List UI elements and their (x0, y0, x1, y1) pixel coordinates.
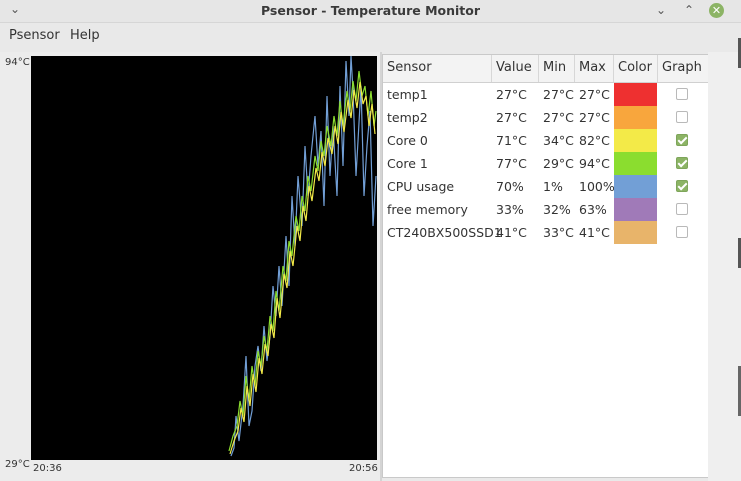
sensor-min: 33°C (543, 225, 574, 240)
sensor-min: 27°C (543, 110, 574, 125)
sensor-name: Core 1 (387, 156, 428, 171)
color-swatch[interactable] (614, 129, 657, 152)
graph-checkbox[interactable] (676, 157, 688, 169)
graph-panel: 94°C 29°C 20:36 20:56 (0, 52, 380, 481)
window-titlebar: ⌄ Psensor - Temperature Monitor ⌄ ⌃ ✕ (0, 0, 741, 23)
graph-canvas (31, 56, 377, 460)
sensor-name: CT240BX500SSD1 (387, 225, 502, 240)
sensor-value: 27°C (496, 110, 527, 125)
window-title: Psensor - Temperature Monitor (260, 3, 481, 18)
sensor-max: 27°C (579, 87, 610, 102)
y-min-label: 29°C (5, 459, 30, 470)
sensor-min: 34°C (543, 133, 574, 148)
sensor-name: free memory (387, 202, 468, 217)
sensor-min: 32% (543, 202, 571, 217)
table-row[interactable]: CPU usage 70% 1% 100% (383, 175, 709, 198)
x-end-label: 20:56 (349, 463, 378, 474)
sensor-max: 82°C (579, 133, 610, 148)
color-swatch[interactable] (614, 221, 657, 244)
sensor-min: 27°C (543, 87, 574, 102)
table-row[interactable]: temp2 27°C 27°C 27°C (383, 106, 709, 129)
sensor-max: 41°C (579, 225, 610, 240)
sensor-value: 33% (496, 202, 524, 217)
graph-checkbox[interactable] (676, 180, 688, 192)
graph-checkbox[interactable] (676, 134, 688, 146)
sensor-value: 41°C (496, 225, 527, 240)
col-color[interactable]: Color (614, 55, 658, 82)
table-row[interactable]: free memory 33% 32% 63% (383, 198, 709, 221)
table-row[interactable]: Core 1 77°C 29°C 94°C (383, 152, 709, 175)
sensor-value: 71°C (496, 133, 527, 148)
x-start-label: 20:36 (33, 463, 62, 474)
sensor-graph (228, 56, 377, 457)
graph-checkbox[interactable] (676, 226, 688, 238)
sensor-name: temp1 (387, 87, 428, 102)
sensor-value: 27°C (496, 87, 527, 102)
color-swatch[interactable] (614, 198, 657, 221)
sensor-min: 1% (543, 179, 563, 194)
graph-checkbox[interactable] (676, 111, 688, 123)
maximize-icon[interactable]: ⌃ (684, 2, 694, 18)
sensor-min: 29°C (543, 156, 574, 171)
menu-psensor[interactable]: Psensor (9, 28, 60, 43)
sensor-max: 27°C (579, 110, 610, 125)
table-row[interactable]: CT240BX500SSD1 41°C 33°C 41°C (383, 221, 709, 244)
color-swatch[interactable] (614, 175, 657, 198)
sensor-name: temp2 (387, 110, 428, 125)
table-header: Sensor Value Min Max Color Graph (383, 55, 709, 83)
sensor-name: CPU usage (387, 179, 455, 194)
close-icon[interactable]: ✕ (709, 3, 724, 18)
minimize-icon[interactable]: ⌄ (656, 2, 666, 18)
cpu-usage-series (230, 56, 377, 457)
col-sensor[interactable]: Sensor (383, 55, 492, 82)
right-gutter (708, 52, 741, 481)
sensor-max: 94°C (579, 156, 610, 171)
color-swatch[interactable] (614, 106, 657, 129)
col-max[interactable]: Max (575, 55, 614, 82)
sensor-name: Core 0 (387, 133, 428, 148)
sensor-value: 77°C (496, 156, 527, 171)
menu-help[interactable]: Help (70, 28, 100, 43)
y-max-label: 94°C (5, 57, 30, 68)
col-min[interactable]: Min (539, 55, 575, 82)
color-swatch[interactable] (614, 152, 657, 175)
menu-bar: Psensor Help (0, 24, 741, 46)
sensor-table: Sensor Value Min Max Color Graph temp1 2… (382, 54, 710, 478)
graph-checkbox[interactable] (676, 203, 688, 215)
sensor-max: 63% (579, 202, 607, 217)
core-0-series (229, 81, 376, 455)
graph-checkbox[interactable] (676, 88, 688, 100)
col-graph[interactable]: Graph (658, 55, 709, 82)
table-row[interactable]: temp1 27°C 27°C 27°C (383, 83, 709, 106)
col-value[interactable]: Value (492, 55, 539, 82)
sensor-max: 100% (579, 179, 615, 194)
table-row[interactable]: Core 0 71°C 34°C 82°C (383, 129, 709, 152)
sensor-value: 70% (496, 179, 524, 194)
color-swatch[interactable] (614, 83, 657, 106)
